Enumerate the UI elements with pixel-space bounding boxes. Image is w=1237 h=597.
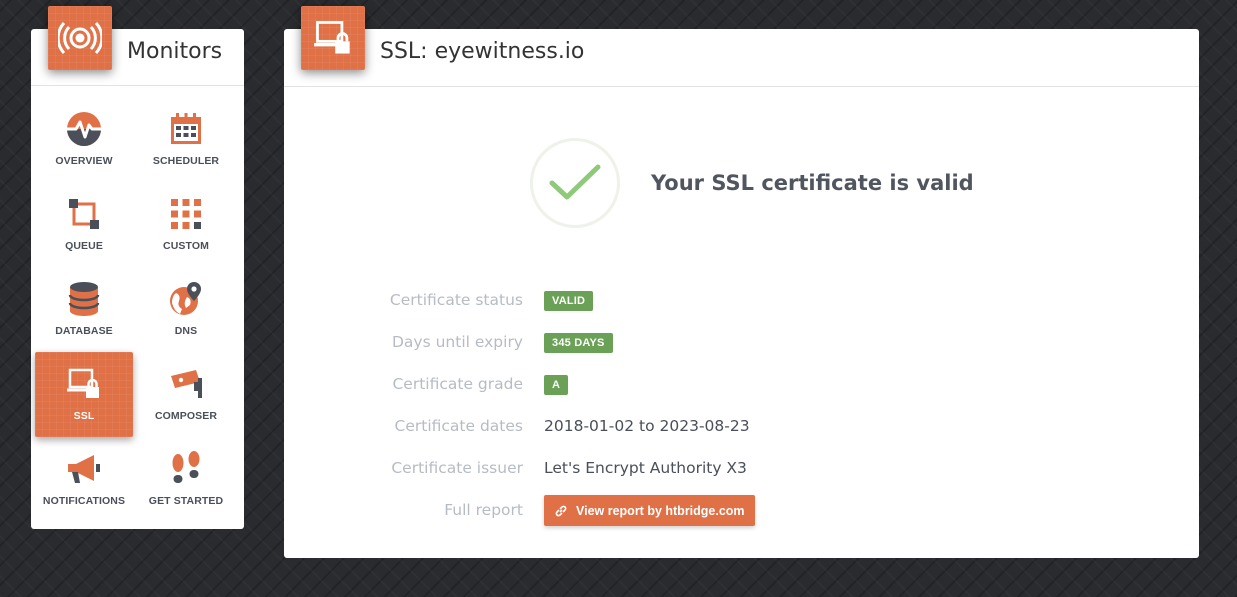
cctv-camera-icon bbox=[171, 370, 202, 398]
sidebar-header: Monitors bbox=[31, 6, 244, 86]
footprints-icon bbox=[172, 451, 200, 483]
database-icon bbox=[68, 282, 100, 316]
nav-label: DNS bbox=[174, 325, 198, 337]
broadcast-icon bbox=[58, 21, 102, 55]
grade-badge: A bbox=[544, 375, 569, 395]
nav-label: GET STARTED bbox=[148, 495, 224, 507]
panel-header: SSL: eyewitness.io bbox=[284, 6, 1199, 87]
detail-row-dates: Certificate dates 2018-01-02 to 2023-08-… bbox=[284, 413, 1199, 455]
detail-label: Certificate issuer bbox=[391, 459, 523, 477]
nav-label: QUEUE bbox=[65, 240, 103, 252]
ssl-panel: SSL: eyewitness.io Your SSL certificate … bbox=[284, 6, 1199, 558]
monitor-nav: OVERVIEW SCHEDULER QUEUE CUSTOM DATABASE… bbox=[35, 97, 239, 522]
laptop-lock-icon bbox=[67, 368, 99, 398]
nav-label: SCHEDULER bbox=[152, 155, 220, 167]
nav-label: CUSTOM bbox=[163, 240, 209, 252]
detail-row-status: Certificate status VALID bbox=[284, 287, 1199, 329]
view-report-button[interactable]: View report by htbridge.com bbox=[544, 495, 755, 526]
detail-row-grade: Certificate grade A bbox=[284, 371, 1199, 413]
laptop-lock-icon bbox=[314, 21, 350, 54]
nav-item-get-started[interactable]: GET STARTED bbox=[133, 437, 239, 522]
detail-row-expiry: Days until expiry 345 DAYS bbox=[284, 329, 1199, 371]
queue-icon bbox=[69, 199, 99, 229]
nav-item-overview[interactable]: OVERVIEW bbox=[35, 97, 133, 182]
detail-row-issuer: Certificate issuer Let's Encrypt Authori… bbox=[284, 455, 1199, 497]
monitors-logo-tile bbox=[48, 6, 112, 70]
nav-item-composer[interactable]: COMPOSER bbox=[133, 352, 239, 437]
expiry-badge: 345 DAYS bbox=[544, 333, 613, 353]
nav-item-ssl[interactable]: SSL bbox=[35, 352, 133, 437]
sidebar-title: Monitors bbox=[127, 39, 223, 64]
calendar-icon bbox=[171, 113, 201, 144]
certificate-details: Certificate status VALID Days until expi… bbox=[284, 287, 1199, 539]
nav-label: COMPOSER bbox=[154, 410, 218, 422]
detail-row-report: Full report View report by htbridge.com bbox=[284, 495, 1199, 539]
nav-item-dns[interactable]: DNS bbox=[133, 267, 239, 352]
link-icon bbox=[555, 505, 567, 516]
nav-label: NOTIFICATIONS bbox=[42, 495, 126, 507]
nav-item-scheduler[interactable]: SCHEDULER bbox=[133, 97, 239, 182]
checkmark-icon bbox=[549, 164, 601, 200]
megaphone-icon bbox=[68, 455, 100, 483]
pulse-icon bbox=[67, 112, 101, 146]
detail-label: Certificate status bbox=[389, 291, 523, 309]
ssl-logo-tile bbox=[301, 6, 365, 70]
status-badge: VALID bbox=[544, 291, 594, 311]
status-message: Your SSL certificate is valid bbox=[651, 171, 974, 195]
detail-label: Full report bbox=[444, 501, 523, 519]
detail-label: Certificate dates bbox=[394, 417, 523, 435]
nav-item-database[interactable]: DATABASE bbox=[35, 267, 133, 352]
globe-pin-icon bbox=[170, 282, 201, 315]
view-report-label: View report by htbridge.com bbox=[576, 503, 745, 518]
nav-label: SSL bbox=[73, 410, 95, 422]
status-check-circle bbox=[530, 138, 620, 228]
nav-item-queue[interactable]: QUEUE bbox=[35, 182, 133, 267]
nav-item-custom[interactable]: CUSTOM bbox=[133, 182, 239, 267]
page-title: SSL: eyewitness.io bbox=[380, 39, 585, 64]
nav-label: OVERVIEW bbox=[55, 155, 113, 167]
nav-label: DATABASE bbox=[55, 325, 113, 337]
ssl-status-hero: Your SSL certificate is valid bbox=[530, 138, 974, 228]
detail-value: 2018-01-02 to 2023-08-23 bbox=[544, 417, 750, 435]
monitors-sidebar: Monitors OVERVIEW SCHEDULER QUEUE CUSTOM… bbox=[31, 6, 244, 529]
detail-value: Let's Encrypt Authority X3 bbox=[544, 459, 747, 477]
detail-label: Certificate grade bbox=[392, 375, 523, 393]
nav-item-notifications[interactable]: NOTIFICATIONS bbox=[35, 437, 133, 522]
detail-label: Days until expiry bbox=[391, 333, 523, 351]
grid-icon bbox=[171, 199, 201, 229]
